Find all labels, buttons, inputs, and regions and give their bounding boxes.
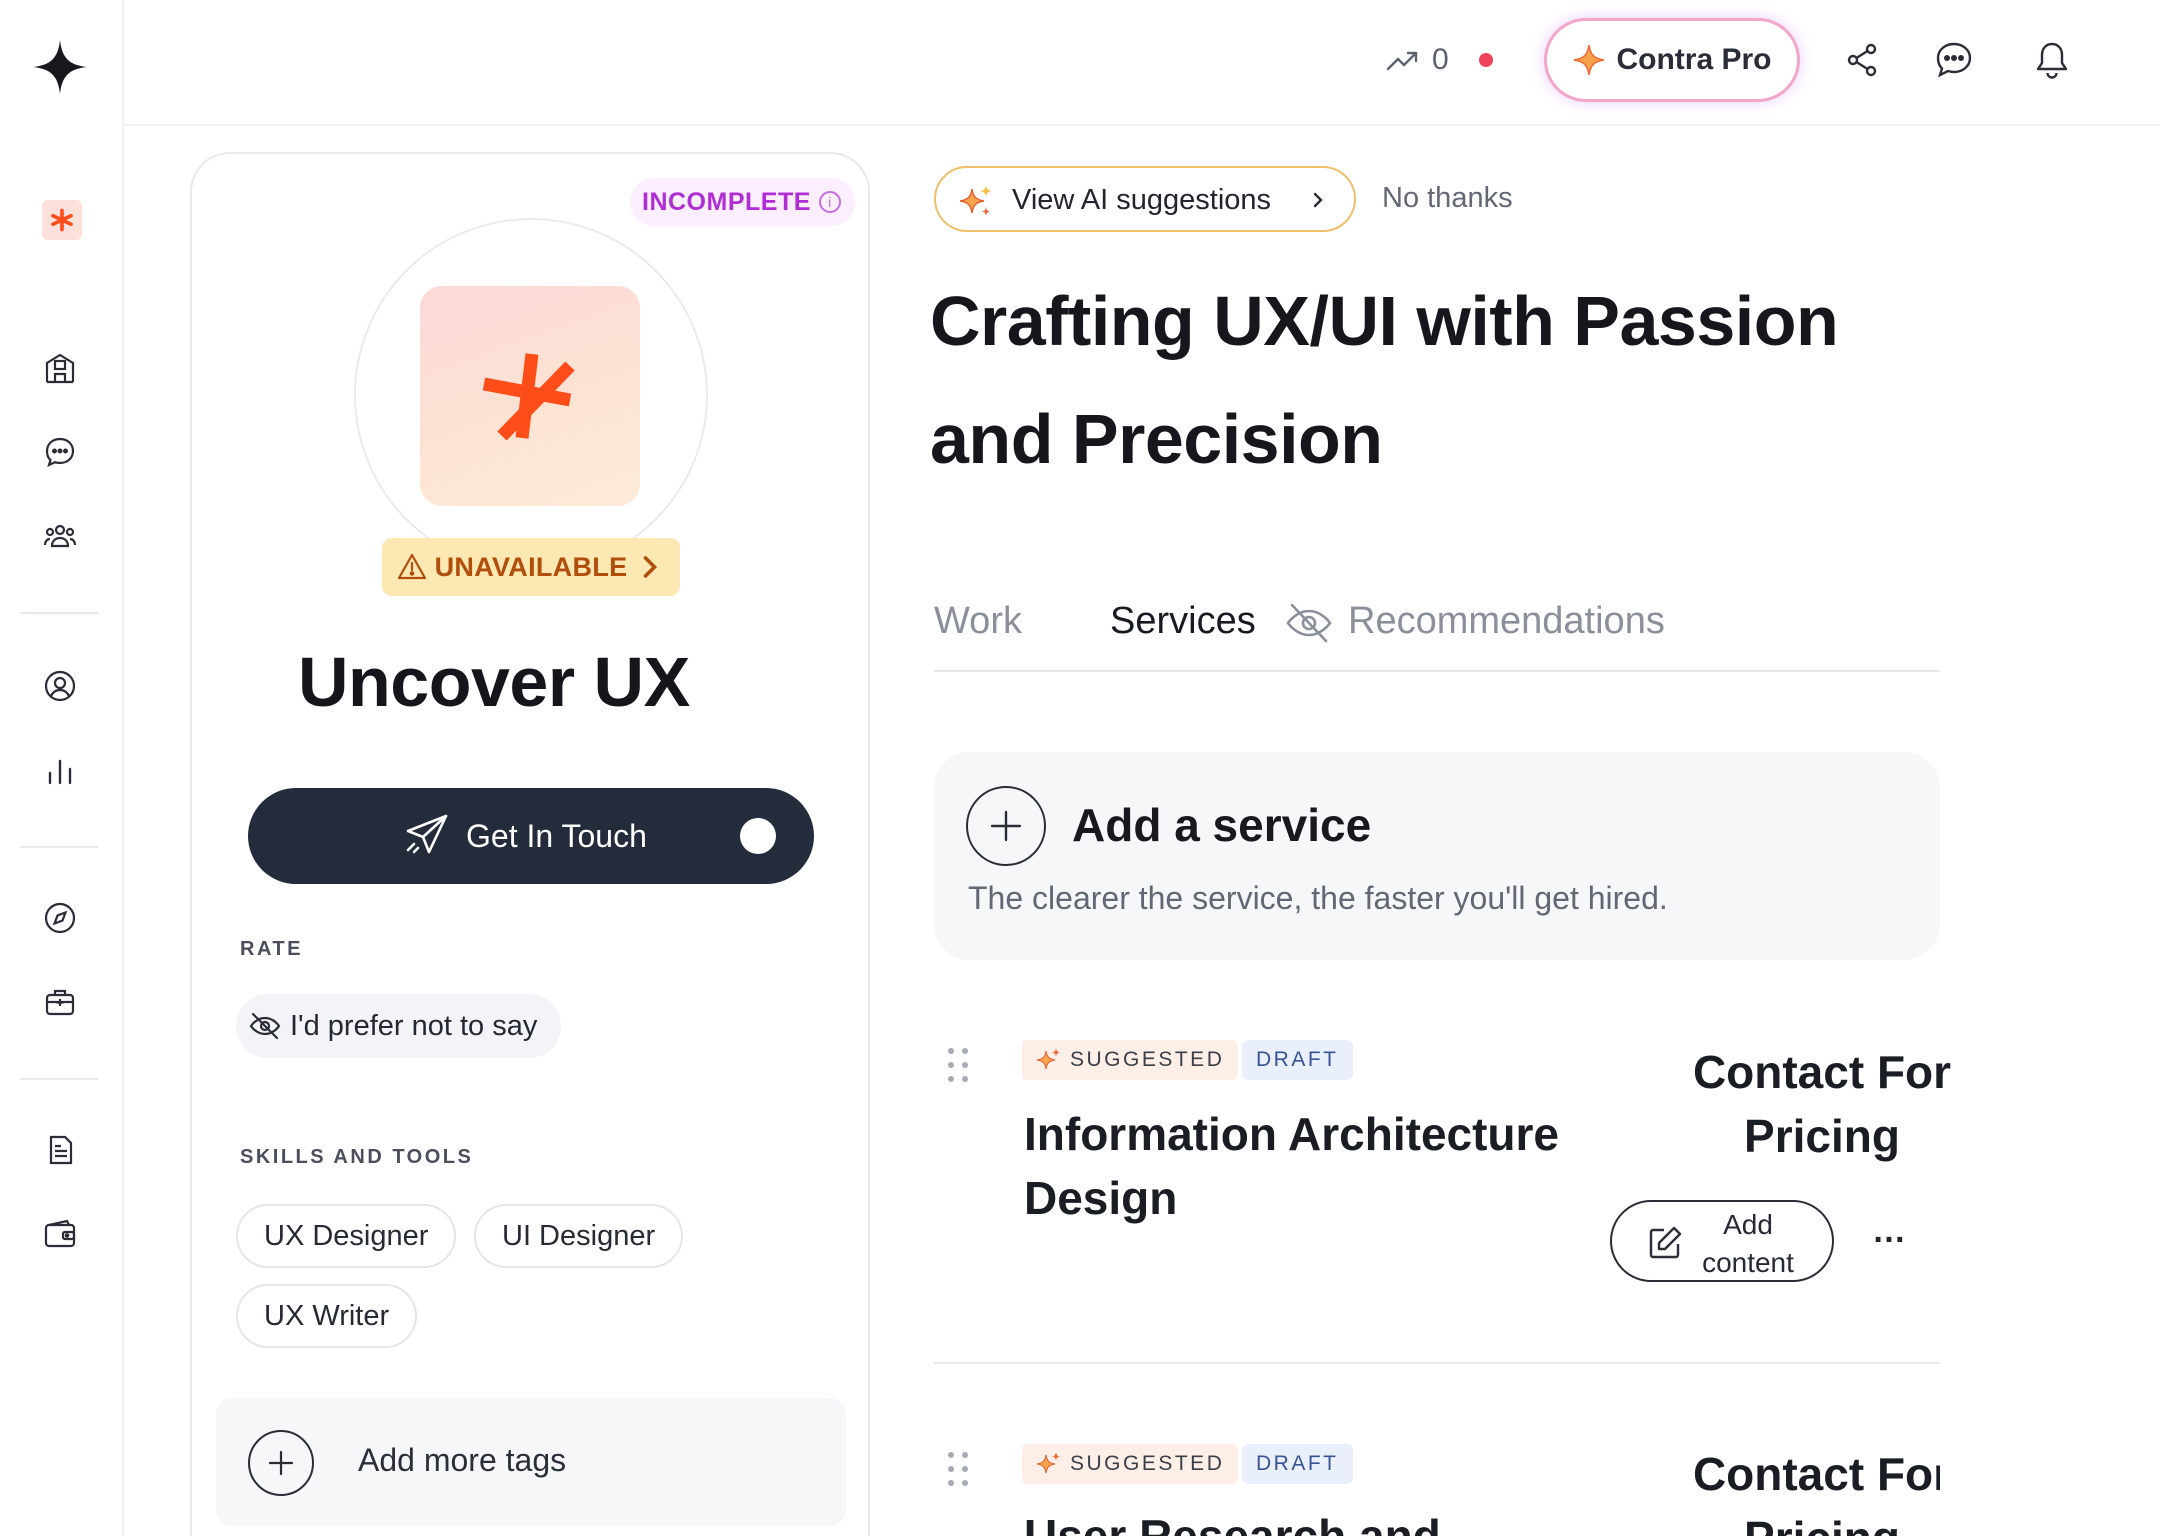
chevron-right-icon <box>644 556 658 578</box>
add-content-button[interactable]: Add content <box>1610 1200 1834 1282</box>
trend-count: 0 <box>1432 43 1449 76</box>
draft-badge: DRAFT <box>1242 1040 1353 1080</box>
plus-icon <box>966 786 1046 866</box>
profile-tabs: Work Services Recommendations <box>934 594 1940 672</box>
add-service-title: Add a service <box>1072 799 1372 851</box>
availability-label: UNAVAILABLE <box>434 551 628 582</box>
skill-tag[interactable]: UX Writer <box>236 1284 418 1348</box>
add-service-card[interactable]: Add a service The clearer the service, t… <box>934 752 1940 960</box>
service-price: Contact For Pricing <box>1692 1448 1940 1536</box>
sparkle-icon <box>959 185 992 216</box>
incomplete-badge[interactable]: INCOMPLETE i <box>630 178 855 226</box>
service-divider <box>934 1362 1940 1364</box>
sparkle-icon <box>1574 44 1605 76</box>
trend-icon <box>1386 51 1418 71</box>
compass-icon[interactable] <box>42 900 78 936</box>
suggested-label: SUGGESTED <box>1070 1048 1225 1071</box>
send-icon <box>406 814 448 854</box>
document-icon[interactable] <box>42 1132 78 1168</box>
sparkle-icon <box>1036 1048 1060 1070</box>
chat-icon[interactable] <box>42 434 78 470</box>
hidden-eye-icon <box>1286 603 1332 643</box>
service-item[interactable]: SUGGESTED DRAFT Information Architecture… <box>934 1040 1951 1340</box>
tab-services[interactable]: Services <box>1110 600 1256 643</box>
left-rail <box>0 0 124 1536</box>
plus-icon <box>248 1430 314 1496</box>
edit-icon <box>1649 1226 1682 1259</box>
skill-tag[interactable]: UI Designer <box>474 1204 684 1268</box>
profile-card: INCOMPLETE i UNAVAILABLE Uncover UX Get … <box>190 152 870 1536</box>
drag-handle-icon[interactable] <box>948 1452 970 1488</box>
rail-divider <box>20 846 98 848</box>
skill-tag[interactable]: UX Designer <box>236 1204 457 1268</box>
warning-icon <box>397 553 426 580</box>
briefcase-icon[interactable] <box>42 984 78 1020</box>
get-in-touch-button[interactable]: Get In Touch <box>248 788 814 884</box>
rate-heading: RATE <box>240 938 303 960</box>
sparkle-icon <box>1036 1452 1060 1474</box>
service-item[interactable]: SUGGESTED DRAFT User Research and Contac… <box>934 1444 1940 1536</box>
share-icon[interactable] <box>1840 38 1884 82</box>
tab-work[interactable]: Work <box>934 600 1022 643</box>
wallet-icon[interactable] <box>42 1216 78 1252</box>
add-service-subtitle: The clearer the service, the faster you'… <box>968 880 1668 916</box>
suggested-badge: SUGGESTED <box>1022 1444 1239 1484</box>
suggested-badge: SUGGESTED <box>1022 1040 1239 1080</box>
contra-logo-icon[interactable] <box>33 40 87 94</box>
rate-value: I'd prefer not to say <box>290 1009 538 1042</box>
tab-recommendations-label: Recommendations <box>1348 600 1665 642</box>
add-content-label: Add content <box>1702 1209 1794 1278</box>
avatar-mini-icon[interactable] <box>42 200 82 240</box>
contra-pro-label: Contra Pro <box>1616 43 1772 76</box>
service-title: User Research and <box>1024 1510 1441 1536</box>
community-icon[interactable] <box>42 518 78 554</box>
availability-toggle[interactable] <box>740 818 776 854</box>
rate-chip[interactable]: I'd prefer not to say <box>236 994 562 1058</box>
hidden-eye-icon <box>249 1012 281 1040</box>
add-more-tags-label: Add more tags <box>358 1442 567 1478</box>
ai-suggestions-label: View AI suggestions <box>1012 184 1272 216</box>
asterisk-logo-icon <box>482 353 575 441</box>
contra-pro-button[interactable]: Contra Pro <box>1544 18 1800 102</box>
more-options-button[interactable]: … <box>1872 1212 1908 1251</box>
suggested-label: SUGGESTED <box>1070 1452 1225 1475</box>
availability-badge[interactable]: UNAVAILABLE <box>382 538 680 596</box>
profile-views-trend[interactable]: 0 <box>1384 42 1493 78</box>
profile-icon[interactable] <box>42 668 78 704</box>
messages-icon[interactable] <box>1932 38 1976 82</box>
info-icon: i <box>818 191 841 213</box>
add-more-tags-button[interactable]: Add more tags <box>216 1398 846 1526</box>
rail-divider <box>20 612 98 614</box>
service-title: Information Architecture Design <box>1024 1108 1560 1224</box>
rail-divider <box>20 1078 98 1080</box>
skills-heading: SKILLS AND TOOLS <box>240 1146 474 1168</box>
view-ai-suggestions-button[interactable]: View AI suggestions <box>934 166 1356 232</box>
top-bar: 0 Contra Pro <box>124 0 2160 126</box>
draft-badge: DRAFT <box>1242 1444 1353 1484</box>
get-in-touch-label: Get In Touch <box>466 818 647 854</box>
no-thanks-button[interactable]: No thanks <box>1382 182 1513 215</box>
profile-name: Uncover UX <box>298 643 690 721</box>
profile-headline: Crafting UX/UI with Passion and Precisio… <box>930 282 1839 478</box>
service-price: Contact For Pricing <box>1692 1046 1952 1162</box>
incomplete-label: INCOMPLETE <box>642 187 811 216</box>
chevron-right-icon <box>1313 192 1323 208</box>
notification-dot <box>1478 53 1493 67</box>
bell-icon[interactable] <box>2030 38 2074 82</box>
home-icon[interactable] <box>42 350 78 386</box>
tab-recommendations[interactable]: Recommendations <box>1286 600 1665 643</box>
drag-handle-icon[interactable] <box>948 1048 970 1084</box>
analytics-icon[interactable] <box>42 752 78 788</box>
avatar[interactable] <box>420 286 640 506</box>
